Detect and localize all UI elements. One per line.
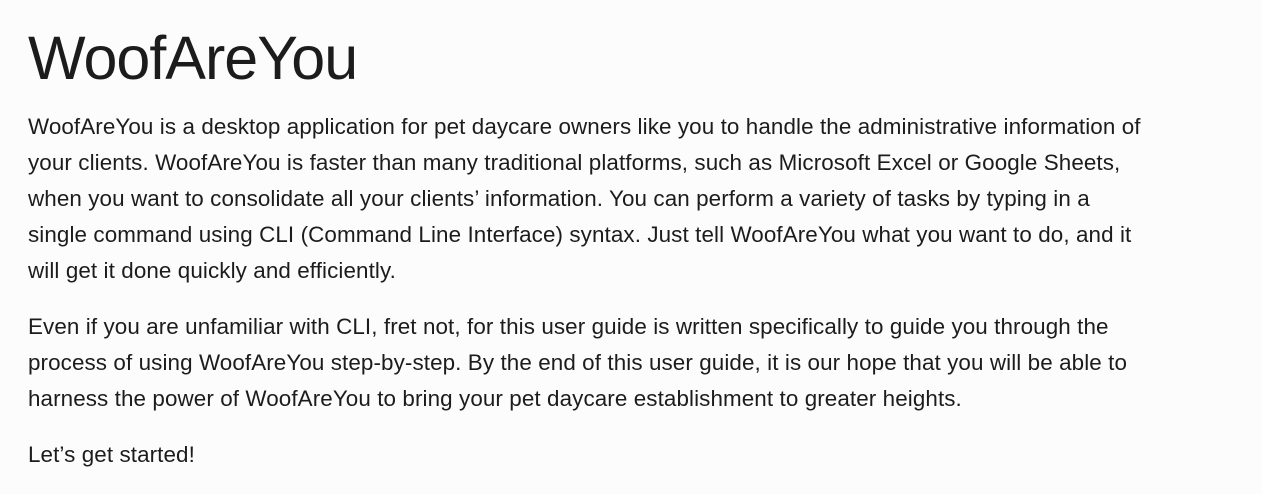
document-page: WoofAreYou WoofAreYou is a desktop appli… [0,0,1262,494]
closing-paragraph: Let’s get started! [28,442,195,468]
guide-paragraph: Even if you are unfamiliar with CLI, fre… [28,314,1128,412]
page-title: WoofAreYou [28,24,358,92]
intro-paragraph: WoofAreYou is a desktop application for … [28,114,1141,284]
